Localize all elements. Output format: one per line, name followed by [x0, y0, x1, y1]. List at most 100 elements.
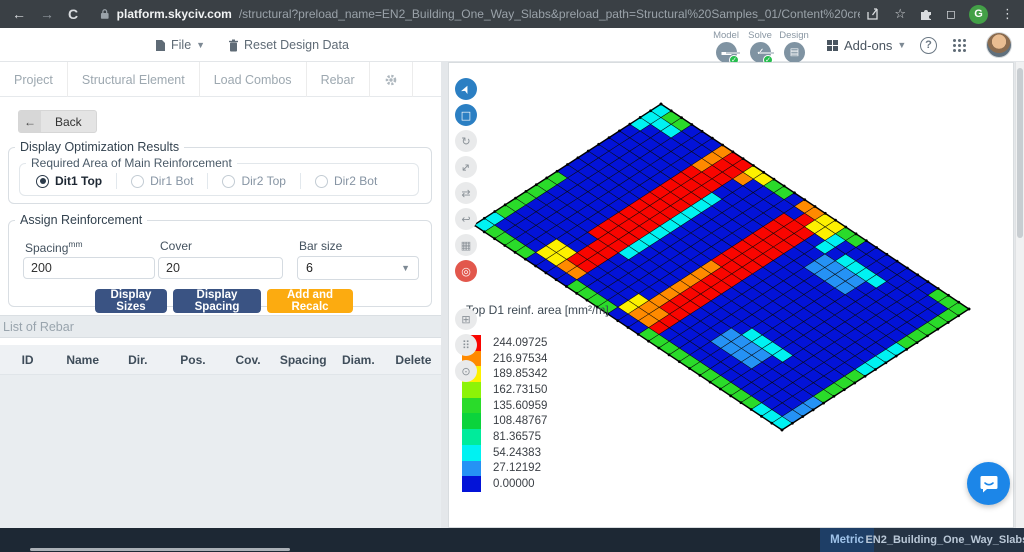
cover-input[interactable] [158, 257, 283, 279]
divider [300, 173, 301, 189]
legend-segment [462, 429, 481, 445]
file-menu[interactable]: File ▼ [155, 28, 205, 62]
extensions-icon[interactable] [919, 7, 933, 21]
legend-value: 189.85342 [493, 366, 547, 382]
barsize-select[interactable]: 6 ▼ [297, 256, 419, 280]
visibility-tool-icon: ⊙ [461, 365, 470, 378]
radio-label: Dir1 Bot [150, 174, 193, 188]
required-area-fieldset: Required Area of Main Reinforcement Dit1… [19, 156, 419, 196]
spacing-input[interactable] [23, 257, 155, 279]
radio-dir2-bot[interactable]: Dir2 Bot [315, 174, 377, 188]
file-icon [155, 39, 166, 52]
step-label-design: Design [779, 30, 809, 41]
reset-design-data-button[interactable]: Reset Design Data [228, 28, 349, 62]
rotate-tool[interactable]: ↻ [455, 130, 477, 152]
menu-kebab-icon[interactable]: ⋮ [1001, 6, 1014, 22]
record-tool-icon: ◎ [461, 265, 471, 278]
user-avatar[interactable] [986, 28, 1012, 62]
radio-dit1-top[interactable]: Dit1 Top [36, 174, 102, 188]
back-button[interactable]: ← Back [18, 110, 97, 133]
trash-icon [228, 39, 239, 52]
address-bar[interactable]: platform.skyciv.com /structural?preload_… [100, 7, 860, 21]
left-panel: ProjectStructural ElementLoad CombosReba… [0, 62, 441, 528]
popout-tool[interactable]: ⊞ [455, 308, 477, 330]
radio-dot [131, 175, 144, 188]
legend-value: 135.60959 [493, 398, 547, 414]
addons-label: Add-ons [844, 38, 892, 53]
tab-rebar[interactable]: Rebar [307, 62, 370, 97]
legend-segment [462, 398, 481, 414]
addons-menu[interactable]: Add-ons ▼ [826, 28, 906, 62]
model-viewer[interactable]: ➤□↻↔⇄↩▦◎⊞⠿⊙ Top D1 reinf. area [mm²/m] 2… [448, 62, 1014, 528]
workspace: ProjectStructural ElementLoad CombosReba… [0, 62, 1024, 528]
column-header-spacing: Spacing [276, 353, 331, 367]
step-label-solve: Solve [748, 30, 772, 41]
grid-dots-tool[interactable]: ⠿ [455, 334, 477, 356]
step-design-icon[interactable]: ▤ [784, 42, 805, 63]
workflow-stepper: Model▬✓Solve✓✓Design▤ [706, 30, 816, 60]
apps-grid-button[interactable] [952, 28, 967, 62]
list-of-rebar-header: List of Rebar [0, 315, 441, 338]
divider [116, 173, 117, 189]
legend-color-scale [462, 335, 481, 492]
back-arrow-icon: ← [19, 111, 41, 132]
step-connector [726, 52, 740, 54]
resize-tool[interactable]: ↔ [455, 156, 477, 178]
undo-tool[interactable]: ↩ [455, 208, 477, 230]
browser-refresh-icon[interactable]: C [68, 6, 78, 22]
horizontal-scrollbar-thumb[interactable] [30, 548, 290, 551]
url-path: /structural?preload_name=EN2_Building_On… [239, 7, 861, 21]
resize-tool-icon: ↔ [458, 159, 474, 175]
tab-project[interactable]: Project [0, 62, 68, 97]
grid-dots-tool-icon: ⠿ [462, 339, 470, 352]
legend-value: 0.00000 [493, 476, 547, 492]
help-button[interactable]: ? [920, 28, 937, 62]
page-scrollbar[interactable] [1015, 62, 1024, 528]
current-file-label: EN2_Building_One_Way_Slabs* [874, 528, 1024, 552]
add-and-recalc-button[interactable]: Add and Recalc [267, 289, 353, 313]
display-optimization-fieldset: Display Optimization Results Required Ar… [8, 140, 432, 204]
chat-bubble-icon [979, 474, 999, 494]
display-sizes-button[interactable]: Display Sizes [95, 289, 167, 313]
back-button-label: Back [41, 111, 96, 132]
spacing-label: Spacingmm [25, 239, 83, 255]
chat-widget-button[interactable] [967, 462, 1010, 505]
legend-value: 54.24383 [493, 445, 547, 461]
scrollbar-thumb[interactable] [1017, 68, 1023, 238]
share-icon[interactable] [866, 7, 881, 21]
box-select-tool[interactable]: □ [455, 104, 477, 126]
file-menu-label: File [171, 38, 191, 52]
tab-load-combos[interactable]: Load Combos [200, 62, 307, 97]
tab-structural-element[interactable]: Structural Element [68, 62, 200, 97]
legend-value: 81.36575 [493, 429, 547, 445]
divider [207, 173, 208, 189]
visibility-tool[interactable]: ⊙ [455, 360, 477, 382]
radio-dot [222, 175, 235, 188]
browser-chrome: ← → C platform.skyciv.com /structural?pr… [0, 0, 1024, 28]
swap-axes-tool[interactable]: ⇄ [455, 182, 477, 204]
record-tool[interactable]: ◎ [455, 260, 477, 282]
radio-dot [315, 175, 328, 188]
browser-back-icon[interactable]: ← [12, 6, 26, 22]
bookmark-star-icon[interactable]: ☆ [894, 6, 906, 22]
legend-segment [462, 461, 481, 477]
help-icon: ? [920, 37, 937, 54]
radio-label: Dir2 Bot [334, 174, 377, 188]
display-spacing-button[interactable]: Display Spacing [173, 289, 261, 313]
legend-title: Top D1 reinf. area [mm²/m] [466, 303, 609, 317]
radio-dir1-bot[interactable]: Dir1 Bot [131, 174, 193, 188]
url-domain: platform.skyciv.com [117, 7, 232, 21]
reset-design-data-label: Reset Design Data [244, 38, 349, 52]
browser-profile-avatar[interactable]: G [969, 5, 988, 24]
chevron-down-icon: ▼ [401, 263, 410, 273]
browser-forward-icon[interactable]: → [40, 6, 54, 22]
details-tool[interactable]: ▦ [455, 234, 477, 256]
assign-reinforcement-fieldset: Assign Reinforcement Spacingmm Cover Bar… [8, 213, 432, 307]
tab-search-icon[interactable]: ◻ [946, 7, 956, 21]
rebar-table-body-empty [0, 375, 441, 528]
select-tool[interactable]: ➤ [455, 78, 477, 100]
radio-dir2-top[interactable]: Dir2 Top [222, 174, 285, 188]
app-header: File ▼ Reset Design Data Model▬✓Solve✓✓D… [0, 28, 1024, 62]
tab-settings-gear-icon[interactable] [370, 62, 413, 97]
direction-radio-group: Dit1 Top Dir1 Bot Dir2 Top Dir2 Bot [20, 170, 418, 192]
